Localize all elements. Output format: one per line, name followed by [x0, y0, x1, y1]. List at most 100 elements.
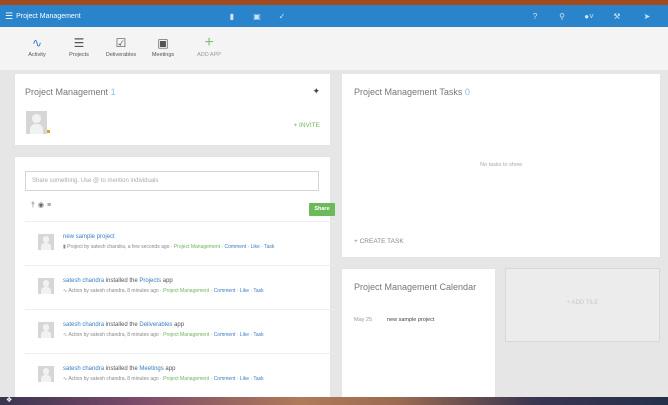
feed-link[interactable]: new sample project: [63, 234, 115, 240]
app-meetings[interactable]: ▣ Meetings: [143, 34, 183, 58]
tools-icon[interactable]: ⚒: [610, 9, 624, 23]
globe-icon[interactable]: ◉: [38, 202, 47, 209]
feed-link[interactable]: Deliverables: [139, 322, 172, 328]
hamburger-icon[interactable]: ☰: [5, 11, 13, 21]
feed-text: installed the: [104, 322, 140, 328]
calendar-icon[interactable]: ▣: [250, 9, 264, 23]
search-icon[interactable]: ⚲: [555, 9, 569, 23]
add-tile-label: + ADD TILE: [566, 300, 599, 306]
feed-text: installed the: [104, 278, 140, 284]
app-activity[interactable]: ∿ Activity: [17, 34, 57, 58]
calendar-date: May 25: [354, 317, 373, 323]
share-input[interactable]: Share something. Use @ to mention indivi…: [25, 171, 319, 191]
empty-tasks-message: No tasks to show: [480, 162, 522, 168]
windows-start-icon[interactable]: ❖: [6, 397, 12, 405]
check-icon[interactable]: ✓: [275, 9, 289, 23]
feed-meta: ∿ Action by satesh chandra, 8 minutes ag…: [63, 288, 264, 294]
status-dot: [47, 130, 50, 133]
feed-meta-text: Action by satesh chandra, 8 minutes ago …: [68, 332, 164, 338]
feed-actions[interactable]: · Comment · Like · Task: [209, 332, 264, 338]
avatar[interactable]: [38, 366, 54, 382]
feed-item: new sample project ▮ Project by satesh c…: [25, 221, 335, 255]
app-label: Activity: [28, 52, 46, 58]
feed-item: satesh chandra installed the Deliverable…: [25, 309, 335, 343]
feed-actor[interactable]: satesh chandra: [63, 278, 104, 284]
avatar[interactable]: [26, 111, 47, 134]
app-toolbar: ∿ Activity ☰ Projects ☑ Deliverables ▣ M…: [0, 27, 668, 70]
activity-icon: ∿: [63, 332, 68, 338]
deliverables-icon: ☑: [115, 36, 127, 50]
feed-link[interactable]: Projects: [139, 278, 161, 284]
os-taskbar: ❖: [0, 397, 668, 405]
feed-link[interactable]: Meetings: [139, 366, 163, 372]
feed-headline: satesh chandra installed the Deliverable…: [63, 322, 184, 328]
avatar[interactable]: [38, 322, 54, 338]
feed-actor[interactable]: satesh chandra: [63, 366, 104, 372]
feed-meta-text: Action by satesh chandra, 8 minutes ago …: [68, 288, 164, 294]
feed-space-link[interactable]: Project Management: [163, 376, 209, 382]
attachment-icon[interactable]: †: [31, 202, 38, 209]
calendar-panel: Project Management Calendar May 25 new s…: [341, 268, 496, 397]
feed-item: satesh chandra installed the Meetings ap…: [25, 353, 335, 387]
activity-icon: ∿: [63, 376, 68, 382]
add-icon: +: [204, 34, 214, 51]
task-count: 0: [464, 87, 470, 97]
feed-meta: ▮ Project by satesh chandra, a few secon…: [63, 244, 274, 250]
feed-actions[interactable]: · Comment · Like · Task: [220, 244, 274, 250]
app-label: Meetings: [151, 52, 175, 58]
add-app-button[interactable]: + ADD APP: [189, 34, 229, 58]
tasks-panel: Project Management Tasks 0 No tasks to s…: [341, 73, 661, 258]
feed-actions[interactable]: · Comment · Like · Task: [209, 288, 264, 294]
panel-title: Project Management 1: [25, 87, 116, 97]
invite-button[interactable]: + INVITE: [293, 122, 320, 129]
panel-title-text: Project Management: [25, 87, 109, 97]
create-task-button[interactable]: + CREATE TASK: [354, 238, 404, 245]
app-title: Project Management: [16, 12, 81, 20]
panel-title-text: Project Management Tasks: [354, 87, 463, 97]
feed-headline: new sample project: [63, 234, 115, 240]
avatar[interactable]: [38, 234, 54, 250]
app-label: Deliverables: [105, 52, 137, 58]
app-label: Projects: [69, 52, 89, 58]
brand[interactable]: ☰ Project Management: [0, 11, 81, 21]
feed-text-suffix: app: [172, 322, 185, 328]
calendar-title: Project Management Calendar: [354, 282, 477, 292]
feed-headline: satesh chandra installed the Meetings ap…: [63, 366, 175, 372]
app-deliverables[interactable]: ☑ Deliverables: [101, 34, 141, 58]
project-icon: ▮: [63, 244, 66, 250]
projects-icon: ☰: [73, 36, 85, 50]
feed-actions[interactable]: · Comment · Like · Task: [209, 376, 264, 382]
feed-meta-text: Action by satesh chandra, 8 minutes ago …: [68, 376, 164, 382]
app-label: ADD APP: [197, 52, 221, 58]
feed-meta-text: Project by satesh chandra, a few seconds…: [67, 244, 174, 250]
activity-feed-panel: Share something. Use @ to mention indivi…: [14, 156, 335, 397]
app-projects[interactable]: ☰ Projects: [59, 34, 99, 58]
add-tile-placeholder[interactable]: + ADD TILE: [505, 268, 660, 342]
feed-text-suffix: app: [161, 278, 173, 284]
top-navigation-bar: ☰ Project Management ▮ ▣ ✓ ? ⚲ ●˅ ⚒ ➤: [0, 5, 668, 27]
format-icon[interactable]: ≡: [47, 202, 54, 209]
feed-actor[interactable]: satesh chandra: [63, 322, 104, 328]
share-button[interactable]: Share: [309, 203, 335, 216]
meetings-icon: ▣: [157, 36, 169, 50]
avatar[interactable]: [38, 278, 54, 294]
activity-icon: ∿: [31, 36, 43, 50]
feed-headline: satesh chandra installed the Projects ap…: [63, 278, 173, 284]
panel-title: Project Management Tasks 0: [354, 87, 470, 97]
feed-space-link[interactable]: Project Management: [163, 288, 209, 294]
feed-text-suffix: app: [163, 366, 176, 372]
pin-icon[interactable]: ✦: [312, 86, 320, 97]
feed-meta: ∿ Action by satesh chandra, 8 minutes ag…: [63, 376, 264, 382]
page-icon[interactable]: ▮: [225, 9, 239, 23]
member-count: 1: [110, 87, 116, 97]
feed-item: satesh chandra installed the Projects ap…: [25, 265, 335, 299]
user-icon[interactable]: ●˅: [582, 9, 596, 23]
feed-space-link[interactable]: Project Management: [174, 244, 220, 250]
feed-text: installed the: [104, 366, 140, 372]
feed-space-link[interactable]: Project Management: [163, 332, 209, 338]
help-icon[interactable]: ?: [528, 9, 542, 23]
rocket-icon[interactable]: ➤: [640, 9, 654, 23]
activity-icon: ∿: [63, 288, 68, 294]
share-tools: †◉≡: [31, 201, 54, 209]
calendar-event[interactable]: new sample project: [387, 317, 434, 323]
